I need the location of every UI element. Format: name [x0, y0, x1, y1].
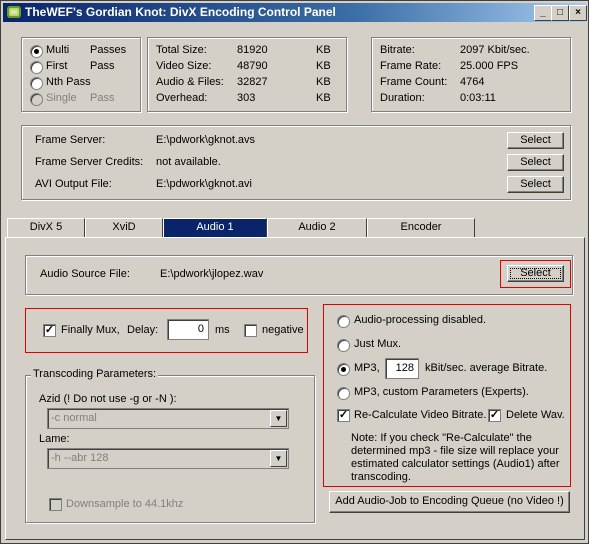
downsample-label: Downsample to 44.1khz	[66, 498, 184, 510]
stat-label: Frame Rate:	[380, 60, 442, 72]
delay-value: 0	[197, 323, 204, 335]
note-line: Note: If you check "Re-Calculate" the	[351, 432, 532, 444]
stat-value: 0:03:11	[460, 92, 496, 104]
add-audio-job-button[interactable]: Add Audio-Job to Encoding Queue (no Vide…	[329, 491, 570, 513]
radio-nth-pass[interactable]	[30, 77, 43, 90]
multi-label: Multi	[46, 44, 70, 56]
credits-select-button[interactable]: Select	[507, 154, 564, 171]
tab-audio2[interactable]: Audio 2	[267, 218, 367, 238]
note-line: estimated calculator settings (Audio1) a…	[351, 458, 560, 470]
size-value: 32827	[237, 76, 268, 88]
passes-label: Passes	[90, 44, 127, 56]
audio-disabled-label: Audio-processing disabled.	[354, 314, 487, 326]
mp3-bitrate-input[interactable]: 128	[385, 358, 419, 379]
stat-value: 4764	[460, 76, 485, 88]
recalc-checkbox[interactable]: ✓	[337, 409, 350, 422]
azid-combo: -c normal ▼	[47, 408, 289, 429]
stat-value: 2097 Kbit/sec.	[460, 44, 530, 56]
tab-audio1[interactable]: Audio 1	[163, 218, 267, 238]
credits-value: not available.	[156, 156, 221, 168]
dropdown-arrow-icon: ▼	[270, 450, 287, 467]
title-bar[interactable]: TheWEF's Gordian Knot: DivX Encoding Con…	[3, 3, 587, 22]
size-value: 81920	[237, 44, 268, 56]
finally-mux-label: Finally Mux,	[61, 324, 120, 336]
audio-source-path: E:\pdwork\jlopez.wav	[160, 268, 264, 280]
frame-server-label: Frame Server:	[35, 134, 106, 146]
mp3-label: MP3,	[354, 362, 380, 374]
stat-label: Duration:	[380, 92, 425, 104]
tab-encoder[interactable]: Encoder	[367, 218, 475, 238]
window-title: TheWEF's Gordian Knot: DivX Encoding Con…	[25, 5, 336, 19]
dropdown-arrow-icon: ▼	[270, 410, 287, 427]
delete-wav-label: Delete Wav.	[506, 409, 565, 421]
radio-first-pass[interactable]	[30, 61, 43, 74]
recalc-note: Note: If you check "Re-Calculate" the de…	[351, 432, 560, 484]
note-line: transcoding.	[351, 471, 411, 483]
radio-audio-disabled[interactable]	[337, 315, 350, 328]
avi-output-select-button[interactable]: Select	[507, 176, 564, 193]
size-label: Video Size:	[156, 60, 212, 72]
main-window: TheWEF's Gordian Knot: DivX Encoding Con…	[0, 0, 589, 544]
lame-value: -h --abr 128	[51, 452, 109, 464]
radio-just-mux[interactable]	[337, 339, 350, 352]
note-line: determined mp3 - file size will replace …	[351, 445, 559, 457]
avi-output-label: AVI Output File:	[35, 178, 112, 190]
stat-label: Bitrate:	[380, 44, 415, 56]
radio-single-pass	[30, 93, 43, 106]
single-pass-label: Pass	[90, 92, 115, 104]
stat-label: Frame Count:	[380, 76, 448, 88]
pass-label: Pass	[90, 60, 115, 72]
size-value: 48790	[237, 60, 268, 72]
credits-label: Frame Server Credits:	[35, 156, 144, 168]
mp3-custom-label: MP3, custom Parameters (Experts).	[354, 386, 529, 398]
single-label: Single	[46, 92, 77, 104]
size-unit: KB	[316, 60, 331, 72]
azid-label: Azid (! Do not use -g or -N ):	[39, 393, 177, 405]
downsample-checkbox	[49, 498, 62, 511]
negative-checkbox[interactable]	[244, 324, 257, 337]
size-unit: KB	[316, 44, 331, 56]
size-unit: KB	[316, 92, 331, 104]
delay-label: Delay:	[127, 324, 159, 336]
avi-output-path: E:\pdwork\gknot.avi	[156, 178, 252, 190]
size-label: Audio & Files:	[156, 76, 224, 88]
close-button[interactable]: ×	[569, 5, 587, 21]
radio-mp3-custom[interactable]	[337, 387, 350, 400]
size-value: 303	[237, 92, 256, 104]
tab-divx5[interactable]: DivX 5	[7, 218, 85, 238]
minimize-button[interactable]: _	[534, 5, 552, 21]
finally-mux-checkbox[interactable]: ✓	[43, 324, 56, 337]
negative-label: negative	[262, 324, 304, 336]
nth-pass-label: Nth Pass	[46, 76, 91, 88]
frame-server-select-button[interactable]: Select	[507, 132, 564, 149]
delay-input[interactable]: 0	[167, 319, 209, 340]
lame-combo: -h --abr 128 ▼	[47, 448, 289, 469]
size-label: Overhead:	[156, 92, 208, 104]
radio-multi-passes[interactable]	[30, 45, 43, 58]
first-label: First	[46, 60, 68, 72]
stat-value: 25.000 FPS	[460, 60, 519, 72]
app-knot-icon	[7, 6, 21, 18]
radio-mp3[interactable]	[337, 363, 350, 376]
audio-source-label: Audio Source File:	[40, 268, 130, 280]
tab-xvid[interactable]: XviD	[85, 218, 163, 238]
transcoding-title: Transcoding Parameters:	[31, 368, 159, 380]
delay-unit: ms	[215, 324, 230, 336]
delete-wav-checkbox[interactable]: ✓	[488, 409, 501, 422]
mp3-bitrate-value: 128	[395, 362, 414, 374]
just-mux-label: Just Mux.	[354, 338, 402, 350]
audio-source-select-button[interactable]: Select	[507, 265, 564, 282]
frame-server-path: E:\pdwork\gknot.avs	[156, 134, 256, 146]
mp3-bitrate-suffix: kBit/sec. average Bitrate.	[425, 362, 548, 374]
azid-value: -c normal	[51, 412, 97, 424]
lame-label: Lame:	[39, 433, 70, 445]
maximize-button[interactable]: □	[551, 5, 569, 21]
recalc-label: Re-Calculate Video Bitrate.	[354, 409, 487, 421]
size-label: Total Size:	[156, 44, 207, 56]
size-unit: KB	[316, 76, 331, 88]
